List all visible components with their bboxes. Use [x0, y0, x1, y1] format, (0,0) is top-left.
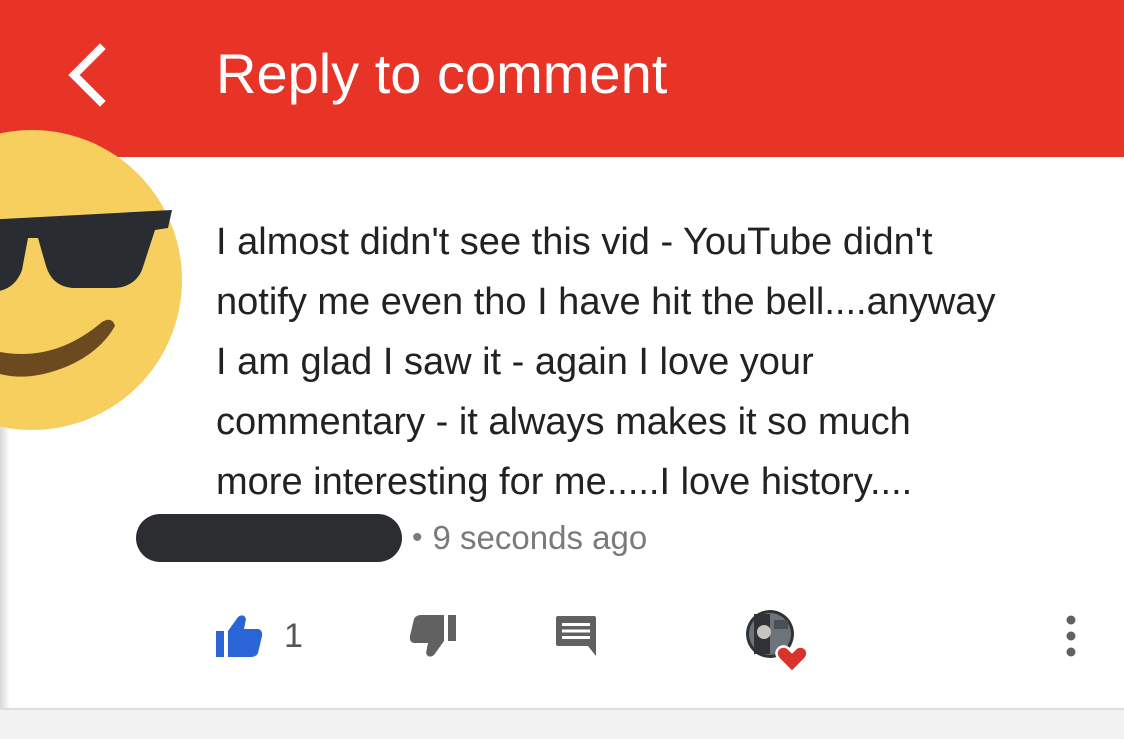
chevron-left-icon	[68, 43, 106, 107]
creator-heart-badge[interactable]	[746, 610, 808, 674]
dislike-button[interactable]	[408, 608, 458, 664]
avatar[interactable]	[0, 130, 182, 430]
comment-icon	[556, 616, 596, 656]
redacted-username[interactable]	[136, 514, 402, 562]
like-button[interactable]: 1	[214, 608, 303, 664]
comment-text: I almost didn't see this vid - YouTube d…	[216, 212, 1096, 512]
sunglasses-smiley-icon	[0, 130, 182, 430]
thumbs-up-icon	[216, 615, 263, 657]
bottom-divider	[0, 708, 1124, 739]
thumbs-down-icon	[409, 615, 456, 657]
comment-action-bar: 1	[0, 600, 1124, 674]
page-title: Reply to comment	[216, 42, 668, 105]
comment-line: I almost didn't see this vid - YouTube d…	[216, 221, 933, 263]
creator-heart-icon	[746, 610, 808, 674]
back-button[interactable]	[46, 30, 126, 120]
comment-line: commentary - it always makes it so much	[216, 401, 911, 443]
more-vertical-icon	[1066, 615, 1076, 657]
comment-timestamp: 9 seconds ago	[432, 519, 648, 556]
more-options-button[interactable]	[1062, 608, 1080, 664]
comment-line: notify me even tho I have hit the bell..…	[216, 281, 996, 323]
comment-line: more interesting for me.....I love histo…	[216, 461, 913, 503]
comment-meta: • 9 seconds ago	[136, 513, 647, 563]
comment-line: I am glad I saw it - again I love your	[216, 341, 814, 383]
meta-separator: •	[412, 521, 423, 554]
reply-button[interactable]	[554, 608, 598, 664]
like-count: 1	[284, 616, 303, 655]
reply-to-comment-screen: Reply to comment I almost didn't see thi…	[0, 0, 1124, 739]
